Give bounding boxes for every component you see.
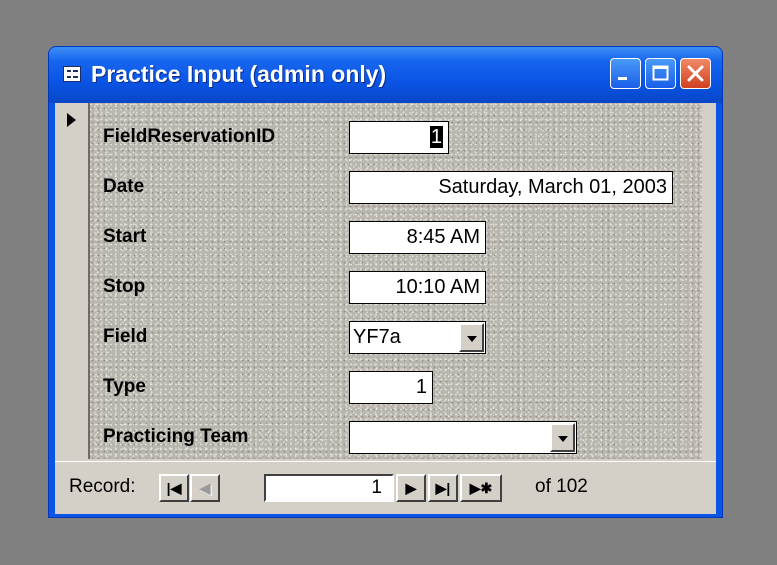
practicing-team-label: Practicing Team bbox=[103, 426, 249, 447]
total-records: 102 bbox=[556, 476, 588, 497]
practicing-team-dropdown-button[interactable] bbox=[550, 423, 575, 452]
minimize-icon bbox=[618, 77, 627, 80]
form-window: Practice Input (admin only) FieldReserva… bbox=[48, 46, 723, 518]
field-combo-value: YF7a bbox=[353, 326, 401, 348]
field-reservation-id-label: FieldReservationID bbox=[103, 126, 276, 147]
previous-record-button[interactable]: ◀ bbox=[190, 474, 220, 502]
window-title: Practice Input (admin only) bbox=[91, 61, 387, 87]
record-number-input[interactable]: 1 bbox=[264, 474, 394, 502]
field-dropdown-button[interactable] bbox=[459, 323, 484, 352]
close-icon bbox=[687, 65, 704, 82]
record-count: of 102 bbox=[535, 474, 588, 500]
field-reservation-id-input[interactable]: 1 bbox=[349, 121, 449, 154]
stop-label: Stop bbox=[103, 276, 146, 297]
date-label: Date bbox=[103, 176, 145, 197]
close-button[interactable] bbox=[680, 58, 711, 89]
form-client-area: FieldReservationID 1 Date Saturday, Marc… bbox=[55, 103, 716, 514]
chevron-down-icon bbox=[558, 436, 568, 442]
record-label: Record: bbox=[69, 476, 136, 497]
type-input[interactable]: 1 bbox=[349, 371, 433, 404]
stop-time-input[interactable]: 10:10 AM bbox=[349, 271, 486, 304]
start-label: Start bbox=[103, 226, 147, 247]
type-label: Type bbox=[103, 376, 146, 397]
minimize-button[interactable] bbox=[610, 58, 641, 89]
new-record-button[interactable]: ▶✱ bbox=[460, 474, 502, 502]
form-detail-section: FieldReservationID 1 Date Saturday, Marc… bbox=[90, 103, 702, 459]
field-reservation-id-value: 1 bbox=[429, 126, 443, 148]
record-selector[interactable] bbox=[55, 103, 90, 459]
date-input[interactable]: Saturday, March 01, 2003 bbox=[349, 171, 673, 204]
next-record-button[interactable]: ▶ bbox=[396, 474, 426, 502]
last-record-button[interactable]: ▶| bbox=[428, 474, 458, 502]
title-bar[interactable]: Practice Input (admin only) bbox=[49, 47, 722, 103]
maximize-button[interactable] bbox=[645, 58, 676, 89]
record-navigation-bar: Record: |◀ ◀ 1 ▶ ▶| ▶✱ of 102 bbox=[55, 461, 716, 514]
maximize-icon bbox=[652, 65, 669, 81]
current-record-arrow-icon bbox=[67, 113, 76, 127]
practicing-team-combo[interactable] bbox=[349, 421, 577, 454]
first-record-button[interactable]: |◀ bbox=[159, 474, 189, 502]
form-icon[interactable] bbox=[63, 66, 81, 82]
field-label: Field bbox=[103, 326, 148, 347]
field-combo[interactable]: YF7a bbox=[349, 321, 486, 354]
chevron-down-icon bbox=[467, 336, 477, 342]
start-time-input[interactable]: 8:45 AM bbox=[349, 221, 486, 254]
of-label: of bbox=[535, 476, 551, 497]
